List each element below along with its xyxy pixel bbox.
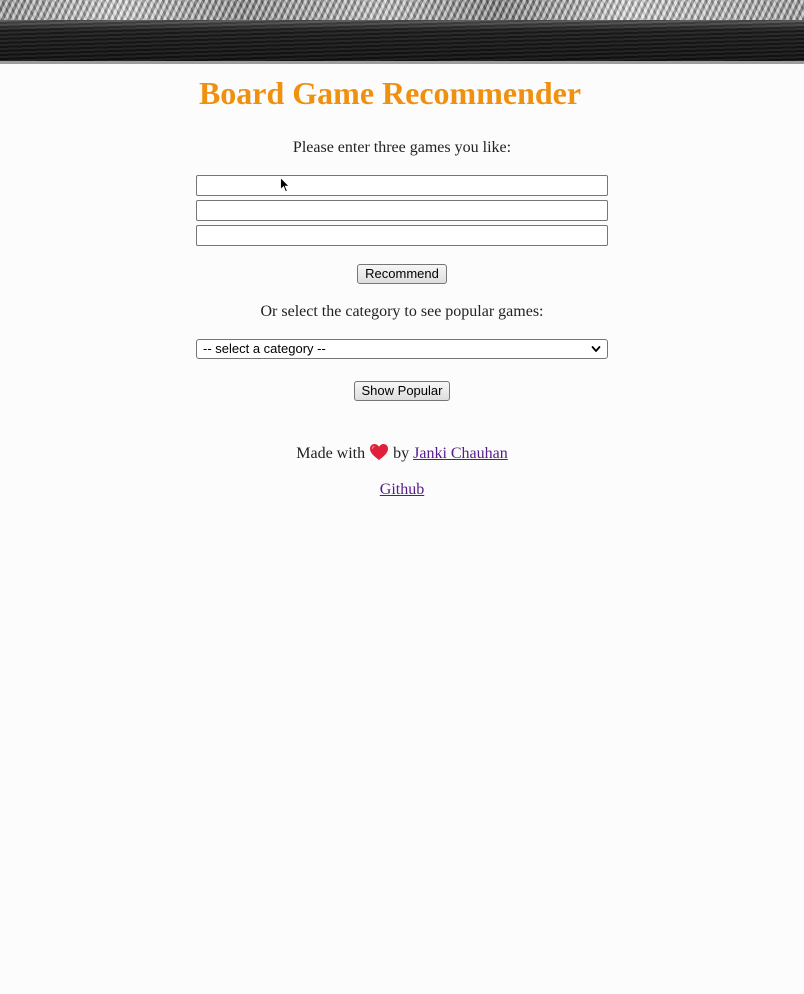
github-link[interactable]: Github (380, 481, 424, 498)
game-inputs (196, 175, 608, 246)
recommend-button[interactable]: Recommend (357, 264, 447, 284)
header-banner (0, 0, 804, 64)
banner-band (0, 20, 804, 64)
github-line: Github (0, 480, 804, 500)
main-content: Board Game Recommender Please enter thre… (0, 73, 804, 500)
game-input-3[interactable] (196, 225, 608, 246)
credits-line: Made with by Janki Chauhan (0, 443, 804, 465)
category-select[interactable]: -- select a category -- (196, 339, 608, 359)
by-text: by (393, 445, 410, 462)
category-select-value: -- select a category -- (203, 341, 326, 356)
page-title: Board Game Recommender (198, 75, 582, 111)
show-popular-button[interactable]: Show Popular (353, 381, 451, 401)
mouse-cursor-icon (280, 177, 290, 193)
made-with-text: Made with (296, 445, 366, 462)
author-link[interactable]: Janki Chauhan (413, 445, 508, 462)
chevron-down-icon (591, 346, 601, 352)
banner-image (0, 0, 804, 20)
show-popular-row: Show Popular (0, 381, 804, 401)
game-input-1[interactable] (196, 175, 608, 196)
category-select-wrapper: -- select a category -- (196, 339, 608, 359)
games-prompt: Please enter three games you like: (292, 139, 512, 156)
heart-icon (370, 444, 389, 460)
game-input-2[interactable] (196, 200, 608, 221)
category-prompt: Or select the category to see popular ga… (260, 303, 544, 320)
banner-divider (0, 61, 804, 64)
recommend-row: Recommend (0, 264, 804, 284)
